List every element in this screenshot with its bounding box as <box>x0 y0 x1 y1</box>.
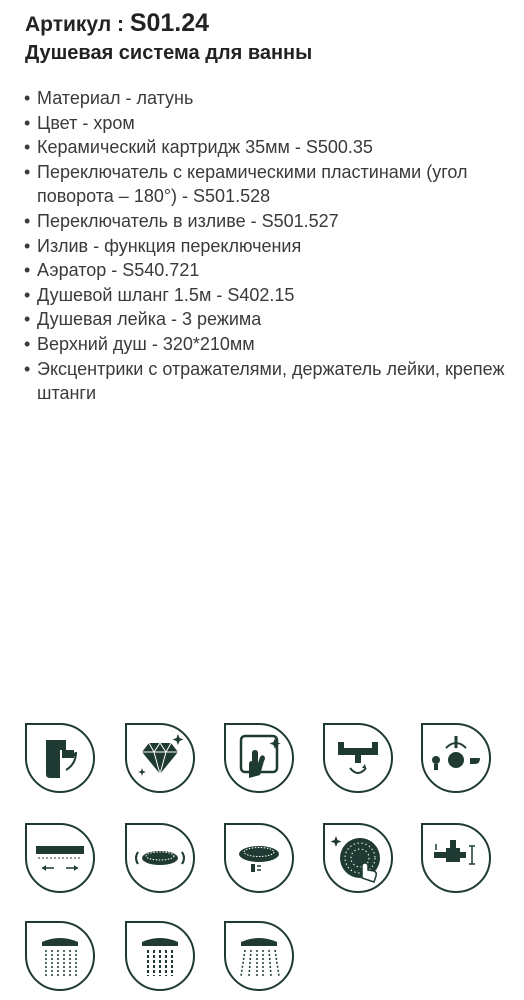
round-shower-head-icon <box>223 822 295 894</box>
round-shower-adjustable-icon <box>124 822 196 894</box>
spray-mode-2-icon <box>124 920 196 992</box>
spray-mode-3-icon <box>223 920 295 992</box>
easy-clean-icon <box>223 722 295 794</box>
feature-icons <box>0 0 524 1000</box>
ceramic-cartridge-icon <box>24 722 96 794</box>
wall-mount-icon <box>420 822 492 894</box>
diverter-switch-icon <box>420 722 492 794</box>
spray-mode-1-icon <box>24 920 96 992</box>
diamond-quality-icon <box>124 722 196 794</box>
anti-limescale-nozzles-icon <box>322 822 394 894</box>
rain-shower-rect-icon <box>24 822 96 894</box>
two-handle-mixer-icon <box>322 722 394 794</box>
